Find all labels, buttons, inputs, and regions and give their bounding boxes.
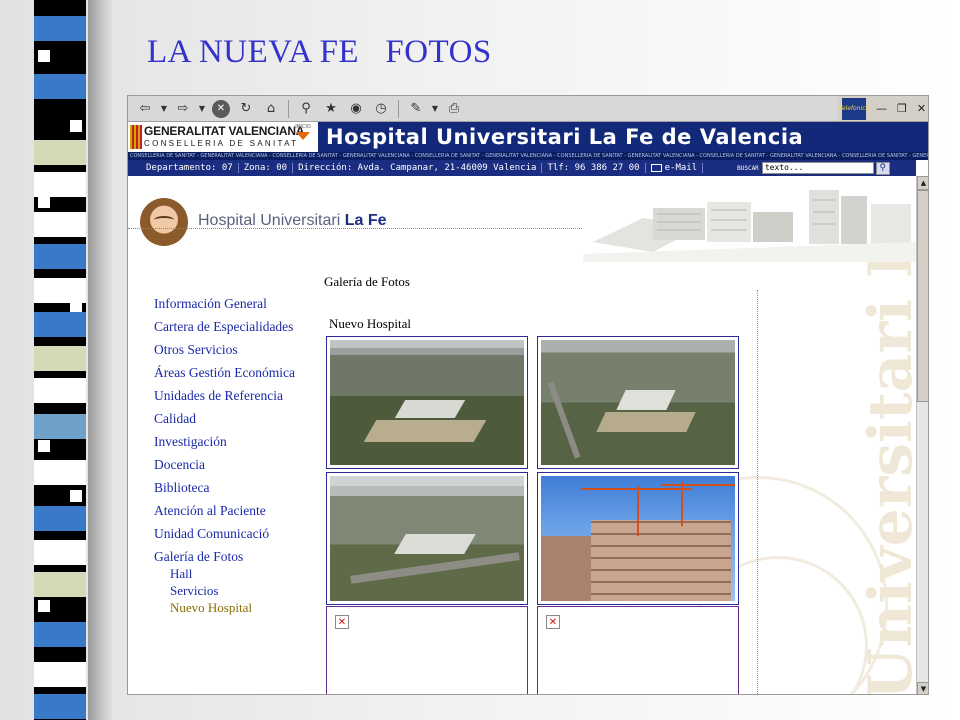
photo-thumbnail[interactable]	[537, 336, 739, 469]
buscar-label: BUSCAR	[737, 164, 759, 172]
aerial-photo-image	[541, 340, 735, 465]
watermark-text: Universitari La Fe	[856, 176, 916, 695]
search-button[interactable]: ⚲	[875, 161, 890, 175]
ticker-bar: CONSELLERIA DE SANITAT - GENERALITAT VAL…	[128, 152, 929, 160]
vertical-scrollbar[interactable]: ▲ ▼	[916, 176, 928, 694]
minimize-icon[interactable]: —	[876, 102, 887, 115]
browser-toolbar: ⇦ ▼ ⇨ ▼ ✕ ↻ ⌂ ⚲ ★ ◉ ◷ ✎ ▼ ⎙	[128, 96, 838, 122]
aerial-photo-image	[330, 476, 524, 601]
logo-text-plain: Hospital Universitari	[198, 212, 345, 229]
scroll-up-arrow-icon[interactable]: ▲	[917, 176, 928, 190]
dropdown-icon[interactable]: ▼	[159, 99, 169, 119]
info-bar: Departamento: 07 Zona: 00 Dirección: Avd…	[128, 160, 916, 176]
nav-atencion-paciente[interactable]: Atención al Paciente	[154, 499, 324, 522]
section-title: Nuevo Hospital	[329, 316, 411, 331]
inicio-arrow-icon	[296, 132, 310, 140]
side-nav: Información General Cartera de Especiali…	[154, 292, 324, 568]
logo-text-bold: La Fe	[344, 212, 387, 229]
gva-logo[interactable]: GENERALITAT VALENCIANA CONSELLERIA DE SA…	[128, 122, 318, 152]
toolbar-separator	[288, 99, 289, 118]
refresh-icon[interactable]: ↻	[235, 99, 257, 119]
envelope-icon	[650, 164, 662, 172]
search-icon[interactable]: ⚲	[295, 99, 317, 119]
print-icon[interactable]: ⎙	[443, 99, 465, 119]
search-input[interactable]: texto...	[761, 162, 874, 174]
broken-image-icon: ✕	[335, 615, 349, 629]
forward-arrow-icon[interactable]: ⇨	[172, 99, 194, 119]
page-content: Universitari La Fe Hospital Universitari…	[128, 176, 916, 695]
nav-unidades-referencia[interactable]: Unidades de Referencia	[154, 384, 324, 407]
nav-calidad[interactable]: Calidad	[154, 407, 324, 430]
hospital-banner: Hospital Universitari La Fe de Valencia	[318, 122, 928, 152]
media-icon[interactable]: ◉	[345, 99, 367, 119]
favorites-icon[interactable]: ★	[320, 99, 342, 119]
nav-biblioteca[interactable]: Biblioteca	[154, 476, 324, 499]
close-icon[interactable]: ✕	[917, 102, 926, 115]
scrollbar-thumb[interactable]	[917, 190, 928, 402]
scroll-down-arrow-icon[interactable]: ▼	[917, 682, 928, 694]
nav-cartera-especialidades[interactable]: Cartera de Especialidades	[154, 315, 324, 338]
dropdown-icon[interactable]: ▼	[430, 99, 440, 119]
aerial-photo-image	[330, 340, 524, 465]
edit-icon[interactable]: ✎	[405, 99, 427, 119]
dropdown-icon[interactable]: ▼	[197, 99, 207, 119]
slide-shadow	[88, 0, 112, 720]
sub-nav-servicios[interactable]: Servicios	[170, 582, 290, 599]
header-divider	[128, 228, 584, 229]
gallery-sub-nav: Hall Servicios Nuevo Hospital	[170, 565, 290, 616]
photo-thumbnail[interactable]	[537, 472, 739, 605]
decorative-stripe-column	[34, 0, 86, 720]
brand-logo: Telefonica	[839, 97, 869, 120]
sub-nav-nuevo-hospital[interactable]: Nuevo Hospital	[170, 599, 290, 616]
direccion-text: Dirección: Avda. Campanar, 21-46009 Vale…	[293, 163, 543, 173]
departamento-text: Departamento: 07	[128, 163, 239, 173]
telefono-text: Tlf: 96 386 27 00	[542, 163, 646, 173]
nav-areas-gestion-economica[interactable]: Áreas Gestión Económica	[154, 361, 324, 384]
home-icon[interactable]: ⌂	[260, 99, 282, 119]
broken-image-icon: ✕	[546, 615, 560, 629]
magnifier-icon: ⚲	[879, 163, 887, 173]
browser-window: ⇦ ▼ ⇨ ▼ ✕ ↻ ⌂ ⚲ ★ ◉ ◷ ✎ ▼ ⎙ Telefonica —…	[127, 95, 929, 695]
child-photo	[140, 198, 188, 246]
history-icon[interactable]: ◷	[370, 99, 392, 119]
nav-unidad-comunicacio[interactable]: Unidad Comunicació	[154, 522, 324, 545]
gva-emblem-icon	[130, 125, 142, 149]
email-link[interactable]: e-Mail	[646, 163, 704, 173]
nav-otros-servicios[interactable]: Otros Servicios	[154, 338, 324, 361]
nav-docencia[interactable]: Docencia	[154, 453, 324, 476]
broken-image-placeholder[interactable]: ✕	[326, 606, 528, 694]
photo-thumbnail[interactable]	[326, 472, 528, 605]
gallery-heading: Galería de Fotos	[324, 274, 410, 289]
photo-thumbnail[interactable]	[326, 336, 528, 469]
toolbar-separator	[398, 99, 399, 118]
nav-investigacion[interactable]: Investigación	[154, 430, 324, 453]
construction-photo-image	[541, 476, 735, 601]
hospital-buildings-illustration	[583, 182, 916, 262]
broken-image-placeholder[interactable]: ✕	[537, 606, 739, 694]
sub-nav-hall[interactable]: Hall	[170, 565, 290, 582]
restore-icon[interactable]: ❐	[897, 102, 907, 115]
back-arrow-icon[interactable]: ⇦	[134, 99, 156, 119]
inicio-label: INICIO	[295, 124, 311, 130]
stop-icon[interactable]: ✕	[210, 99, 232, 119]
zona-text: Zona: 00	[239, 163, 294, 173]
gallery-divider	[757, 290, 758, 694]
email-label: e-Mail	[664, 163, 698, 173]
slide-title: LA NUEVA FE FOTOS	[147, 34, 492, 70]
nav-informacion-general[interactable]: Información General	[154, 292, 324, 315]
inicio-link[interactable]: INICIO	[292, 124, 314, 148]
window-controls: Telefonica — ❐ ✕	[838, 96, 928, 122]
